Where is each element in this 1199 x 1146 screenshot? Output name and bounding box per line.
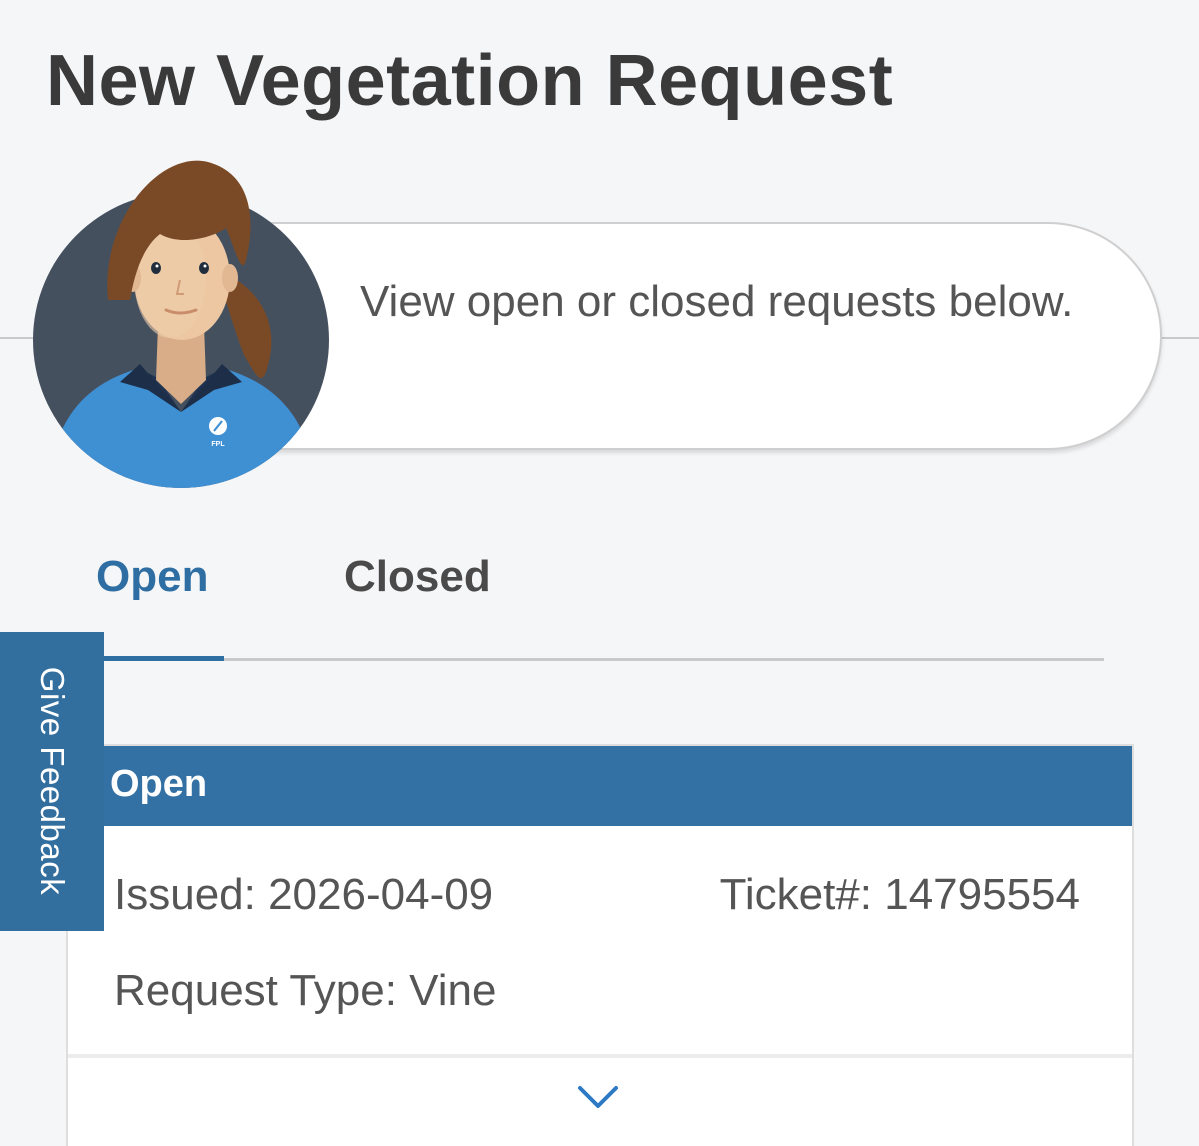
fpl-agent-avatar-icon: FPL xyxy=(33,160,329,488)
request-status: Open xyxy=(110,763,208,805)
card-divider xyxy=(68,1054,1132,1058)
tab-active-indicator xyxy=(104,656,224,661)
tab-closed[interactable]: Closed xyxy=(344,552,491,602)
request-card-header: Open xyxy=(68,746,1132,826)
give-feedback-label: Give Feedback xyxy=(34,666,71,896)
request-type: Request Type: Vine xyxy=(114,966,497,1015)
page-title: New Vegetation Request xyxy=(46,41,894,121)
svg-text:FPL: FPL xyxy=(211,441,225,448)
chevron-down-icon[interactable] xyxy=(576,1082,620,1112)
give-feedback-button[interactable]: Give Feedback xyxy=(0,632,104,931)
request-tabs: Open Closed xyxy=(96,530,1104,662)
request-card: Open Issued: 2026-04-09 Ticket#: 1479555… xyxy=(68,746,1132,1146)
request-issued-date: Issued: 2026-04-09 xyxy=(114,870,494,919)
tab-underline xyxy=(104,658,1104,661)
tab-open[interactable]: Open xyxy=(96,552,208,602)
speech-bubble: View open or closed requests below. xyxy=(200,222,1162,450)
request-ticket-number: Ticket#: 14795554 xyxy=(719,870,1080,919)
assistant-message: View open or closed requests below. xyxy=(360,277,1074,326)
